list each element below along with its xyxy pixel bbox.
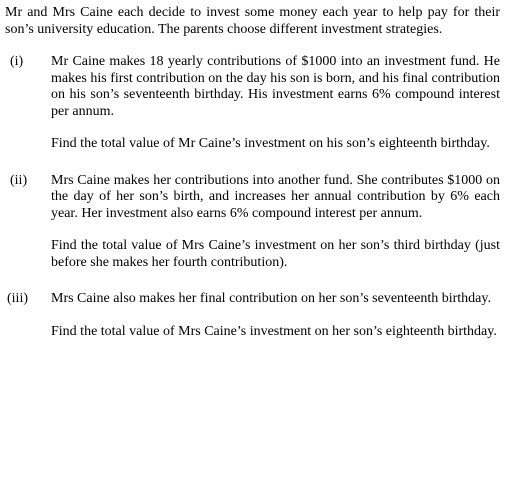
part-statement: Mrs Caine also makes her final contribut…	[51, 291, 491, 306]
part-task: Find the total value of Mr Caine’s inves…	[51, 136, 490, 151]
part-task: Find the total value of Mrs Caine’s inve…	[51, 238, 500, 270]
part-number: (ii)	[10, 172, 28, 188]
part-iii: (iii) Mrs Caine also makes her final con…	[5, 291, 500, 340]
part-statement: Mrs Caine makes her contributions into a…	[51, 172, 500, 221]
part-number: (iii)	[7, 291, 28, 306]
question-intro: Mr and Mrs Caine each decide to invest s…	[5, 5, 500, 37]
part-number: (i)	[10, 54, 24, 69]
part-statement: Mr Caine makes 18 yearly contributions o…	[51, 54, 500, 119]
question-document: Mr and Mrs Caine each decide to invest s…	[5, 5, 500, 340]
part-ii: (ii) Mrs Caine makes her contributions i…	[5, 173, 500, 272]
part-task: Find the total value of Mrs Caine’s inve…	[51, 323, 497, 339]
part-i: (i) Mr Caine makes 18 yearly contributio…	[5, 54, 500, 153]
